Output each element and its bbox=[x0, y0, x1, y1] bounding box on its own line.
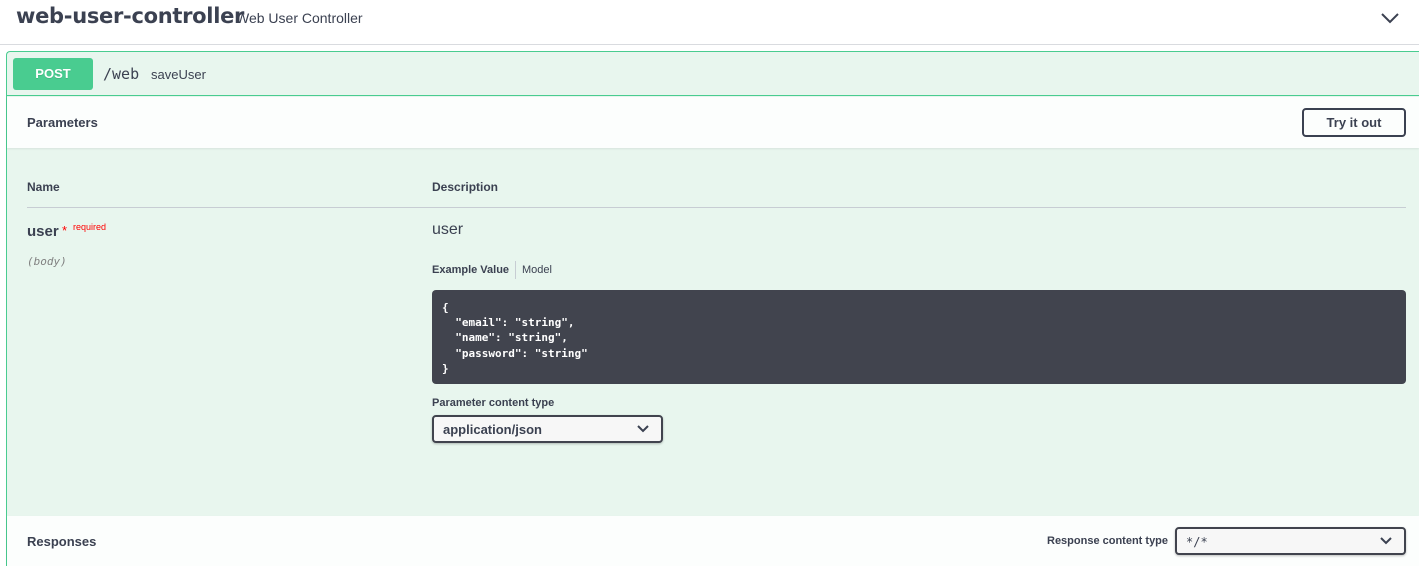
code-line: } bbox=[442, 361, 449, 375]
tab-model[interactable]: Model bbox=[522, 264, 552, 276]
parameter-content-type-value: application/json bbox=[443, 422, 542, 437]
tag-header[interactable]: web-user-controller Web User Controller bbox=[0, 0, 1419, 45]
operation-path: /web bbox=[103, 65, 140, 83]
operation-summary[interactable]: POST /web saveUser bbox=[7, 52, 1419, 96]
example-value-code[interactable]: { "email": "string", "name": "string", "… bbox=[432, 290, 1406, 384]
required-label: required bbox=[73, 222, 107, 232]
parameter-content-type-label: Parameter content type bbox=[432, 397, 555, 409]
operation-block: POST /web saveUser Parameters Try it out… bbox=[6, 51, 1419, 566]
tag-title: web-user-controller bbox=[16, 4, 245, 28]
responses-header: Responses Response content type */* bbox=[7, 516, 1419, 566]
parameters-title: Parameters bbox=[27, 115, 98, 130]
code-line: "email": "string", bbox=[442, 316, 575, 330]
response-content-type-select[interactable]: */* bbox=[1175, 527, 1406, 555]
parameter-name: user bbox=[27, 223, 59, 240]
tag-description: Web User Controller bbox=[236, 10, 363, 26]
code-line: "name": "string", bbox=[442, 331, 568, 345]
required-star: * bbox=[62, 223, 68, 238]
code-line: { bbox=[442, 301, 449, 314]
response-content-type-value: */* bbox=[1186, 535, 1208, 549]
responses-title: Responses bbox=[27, 534, 97, 549]
parameter-location: (body) bbox=[27, 255, 67, 268]
column-header-description: Description bbox=[432, 180, 499, 194]
operation-summary-text: saveUser bbox=[151, 67, 206, 82]
chevron-down-icon bbox=[637, 425, 649, 433]
chevron-down-icon bbox=[1380, 537, 1392, 545]
tab-divider bbox=[515, 261, 516, 279]
chevron-down-icon[interactable] bbox=[1378, 8, 1402, 28]
parameters-header: Parameters Try it out bbox=[7, 97, 1419, 148]
method-badge: POST bbox=[13, 58, 93, 90]
column-header-name: Name bbox=[27, 180, 60, 194]
tab-example-value[interactable]: Example Value bbox=[432, 264, 509, 276]
parameter-description: user bbox=[432, 221, 464, 238]
header-divider bbox=[27, 207, 1406, 208]
try-it-out-button[interactable]: Try it out bbox=[1302, 108, 1406, 137]
response-content-type-label: Response content type bbox=[1047, 535, 1169, 547]
parameter-content-type-select[interactable]: application/json bbox=[432, 415, 663, 443]
code-line: "password": "string" bbox=[442, 346, 588, 360]
